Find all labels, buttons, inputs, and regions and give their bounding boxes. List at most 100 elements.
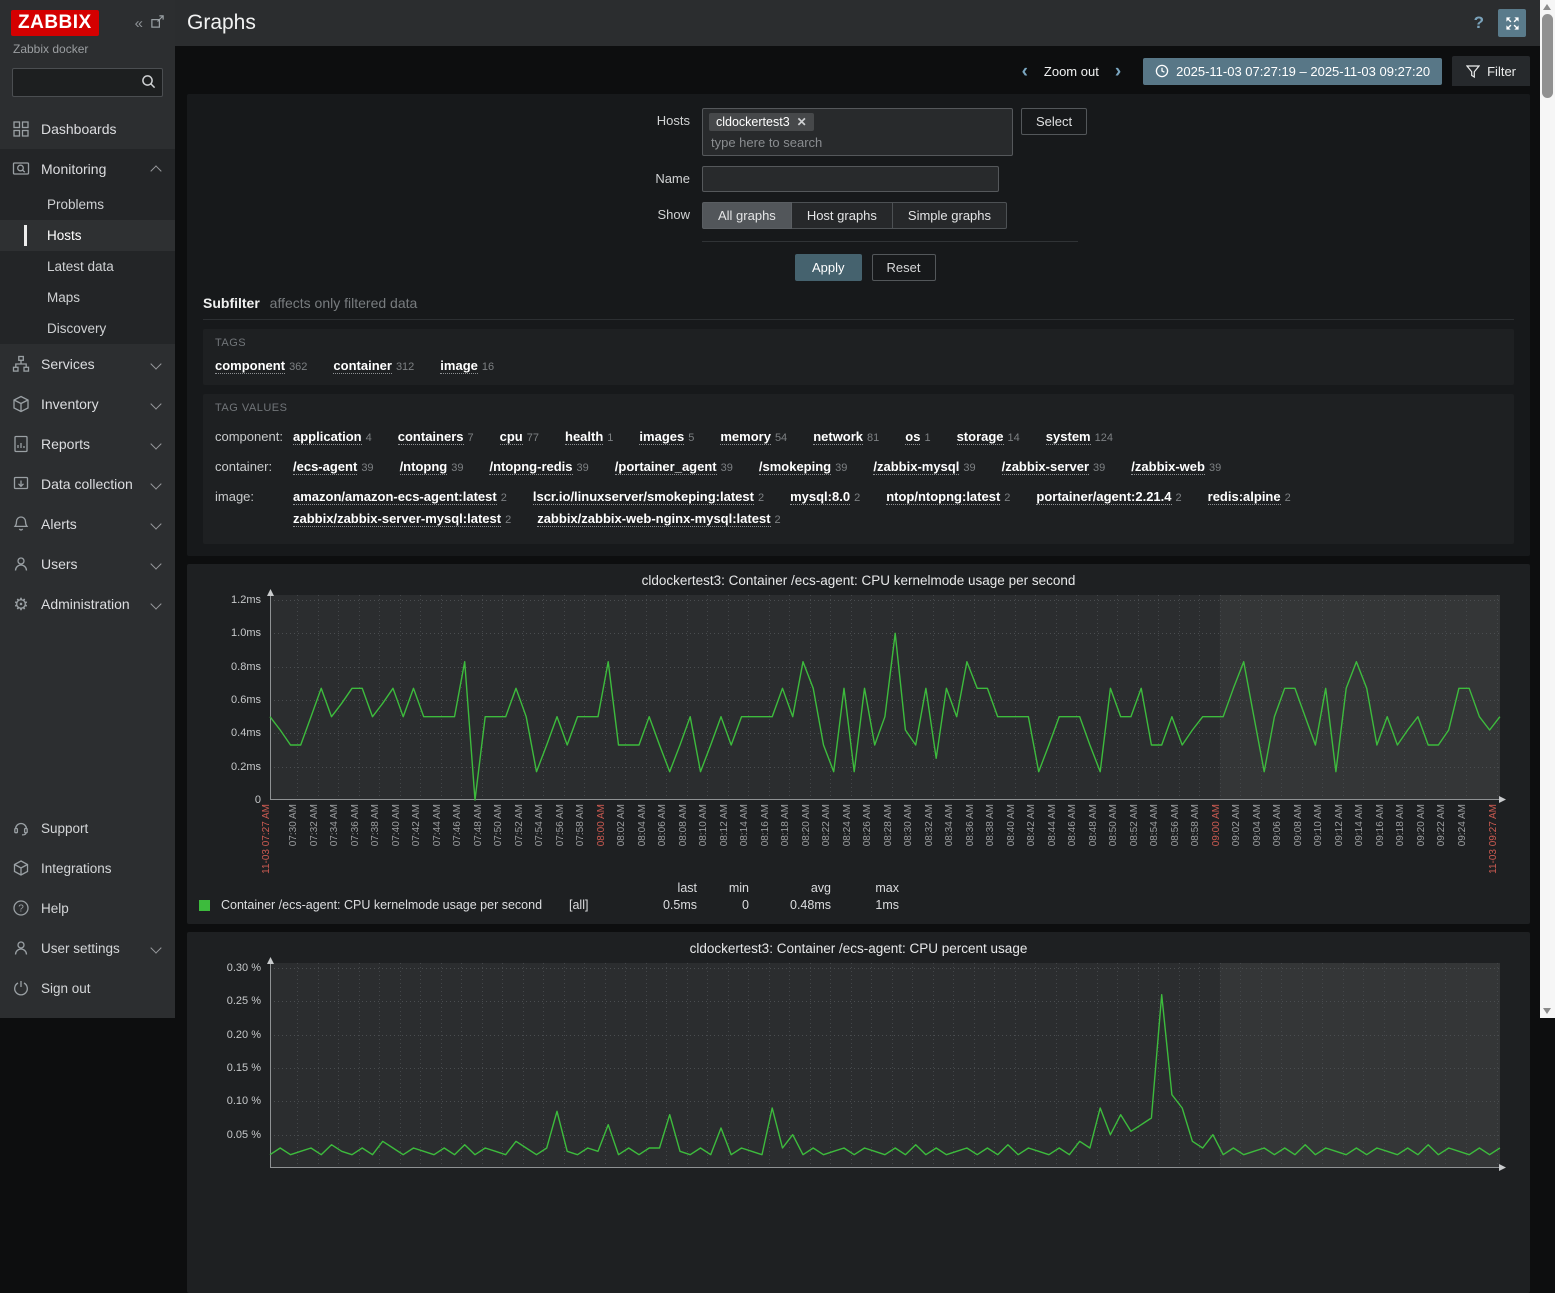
x-axis-label: 08:18 AM bbox=[780, 804, 791, 846]
x-axis-label: 07:58 AM bbox=[575, 804, 586, 846]
subfilter-tag-link[interactable]: mysql:8.0 bbox=[790, 489, 850, 505]
subfilter-item: /zabbix-mysql39 bbox=[873, 458, 975, 476]
subfilter-tag-link[interactable]: system bbox=[1046, 429, 1091, 445]
legend-header: last bbox=[619, 880, 697, 897]
subfilter-item: health1 bbox=[565, 428, 613, 446]
search-icon[interactable] bbox=[140, 73, 157, 95]
x-axis-label: 08:10 AM bbox=[698, 804, 709, 846]
sidebar-item-help[interactable]: ? Help bbox=[0, 888, 175, 928]
sidebar-item-label: Dashboards bbox=[41, 121, 117, 137]
subfilter-tag-link[interactable]: portainer/agent:2.21.4 bbox=[1036, 489, 1171, 505]
graph-canvas[interactable] bbox=[270, 963, 1500, 1168]
sidebar-item-reports[interactable]: Reports bbox=[0, 424, 175, 464]
hide-sidebar-icon[interactable] bbox=[150, 14, 165, 33]
sidebar-item-data-collection[interactable]: Data collection bbox=[0, 464, 175, 504]
hosts-multiselect[interactable]: cldockertest3 ✕ type here to search bbox=[702, 108, 1013, 156]
page-title: Graphs bbox=[187, 11, 256, 35]
show-all-graphs-button[interactable]: All graphs bbox=[702, 202, 792, 229]
subfilter-tag-link[interactable]: component bbox=[215, 358, 285, 374]
subfilter-tag-link[interactable]: redis:alpine bbox=[1208, 489, 1281, 505]
subfilter-tag-link[interactable]: /portainer_agent bbox=[615, 459, 717, 475]
subfilter-item: application4 bbox=[293, 428, 372, 446]
subfilter-tag-link[interactable]: lscr.io/linuxserver/smokeping:latest bbox=[533, 489, 754, 505]
x-axis-label: 08:56 AM bbox=[1170, 804, 1181, 846]
sidebar-item-inventory[interactable]: Inventory bbox=[0, 384, 175, 424]
tag-value-row: component:application4containers7cpu77he… bbox=[215, 422, 1502, 452]
subfilter-tag-link[interactable]: /zabbix-mysql bbox=[873, 459, 959, 475]
sidebar-item-hosts[interactable]: Hosts bbox=[0, 220, 175, 251]
sidebar-item-administration[interactable]: ⚙ Administration bbox=[0, 584, 175, 624]
sidebar-item-support[interactable]: Support bbox=[0, 808, 175, 848]
sidebar-item-integrations[interactable]: Integrations bbox=[0, 848, 175, 888]
subfilter-tag-link[interactable]: zabbix/zabbix-server-mysql:latest bbox=[293, 511, 501, 527]
zoom-out-button[interactable]: Zoom out bbox=[1044, 64, 1099, 79]
subfilter-tag-link[interactable]: /zabbix-server bbox=[1002, 459, 1089, 475]
legend-value: 0 bbox=[697, 897, 749, 914]
subfilter-item: component362 bbox=[215, 357, 307, 375]
remove-host-icon[interactable]: ✕ bbox=[797, 115, 807, 129]
show-host-graphs-button[interactable]: Host graphs bbox=[792, 202, 893, 229]
sidebar-search[interactable] bbox=[12, 68, 163, 97]
subfilter-tag-link[interactable]: amazon/amazon-ecs-agent:latest bbox=[293, 489, 497, 505]
tags-box: TAGS component362container312image16 bbox=[203, 329, 1514, 385]
help-button[interactable]: ? bbox=[1474, 13, 1484, 33]
sidebar-item-users[interactable]: Users bbox=[0, 544, 175, 584]
sidebar-item-monitoring[interactable]: Monitoring bbox=[0, 149, 175, 189]
show-simple-graphs-button[interactable]: Simple graphs bbox=[893, 202, 1007, 229]
subfilter-tag-link[interactable]: application bbox=[293, 429, 362, 445]
subfilter-tag-link[interactable]: /smokeping bbox=[759, 459, 831, 475]
search-input[interactable] bbox=[13, 69, 149, 94]
x-axis-label: 08:52 AM bbox=[1129, 804, 1140, 846]
sidebar-item-services[interactable]: Services bbox=[0, 344, 175, 384]
time-forward-button[interactable]: › bbox=[1107, 62, 1129, 81]
graph-title: cldockertest3: Container /ecs-agent: CPU… bbox=[187, 941, 1530, 956]
subfilter-tag-link[interactable]: os bbox=[905, 429, 920, 445]
sidebar-item-latest-data[interactable]: Latest data bbox=[0, 251, 175, 282]
subfilter-tag-link[interactable]: /ntopng-redis bbox=[489, 459, 572, 475]
scrollbar[interactable] bbox=[1540, 0, 1555, 1018]
subfilter-tag-link[interactable]: network bbox=[813, 429, 863, 445]
kiosk-mode-button[interactable] bbox=[1498, 9, 1526, 37]
subfilter-tag-link[interactable]: containers bbox=[398, 429, 464, 445]
subfilter-tag-link[interactable]: cpu bbox=[500, 429, 523, 445]
sidebar-item-sign-out[interactable]: Sign out bbox=[0, 968, 175, 1008]
name-label: Name bbox=[203, 166, 702, 186]
time-back-button[interactable]: ‹ bbox=[1014, 62, 1036, 81]
filter-tab[interactable]: Filter bbox=[1452, 56, 1530, 86]
graph-canvas[interactable] bbox=[270, 595, 1500, 800]
collapse-sidebar-icon[interactable]: « bbox=[135, 15, 143, 32]
name-input[interactable] bbox=[702, 166, 999, 192]
subfilter-tag-link[interactable]: zabbix/zabbix-web-nginx-mysql:latest bbox=[537, 511, 770, 527]
subfilter-tag-link[interactable]: image bbox=[440, 358, 478, 374]
select-host-button[interactable]: Select bbox=[1021, 108, 1087, 135]
subfilter-tag-link[interactable]: images bbox=[639, 429, 684, 445]
legend-swatch bbox=[199, 900, 210, 911]
sidebar-item-user-settings[interactable]: User settings bbox=[0, 928, 175, 968]
sidebar-item-maps[interactable]: Maps bbox=[0, 282, 175, 313]
subfilter-tag-link[interactable]: /ecs-agent bbox=[293, 459, 357, 475]
sidebar-item-alerts[interactable]: Alerts bbox=[0, 504, 175, 544]
subfilter-tag-link[interactable]: ntop/ntopng:latest bbox=[886, 489, 1000, 505]
apply-button[interactable]: Apply bbox=[795, 254, 862, 281]
subfilter-tag-link[interactable]: /zabbix-web bbox=[1131, 459, 1205, 475]
server-name: Zabbix docker bbox=[13, 42, 175, 56]
filter-panel: Hosts cldockertest3 ✕ type here to searc… bbox=[187, 94, 1530, 556]
reset-button[interactable]: Reset bbox=[872, 254, 936, 281]
scroll-up-icon[interactable] bbox=[1543, 4, 1551, 10]
zabbix-logo[interactable]: ZABBIX bbox=[11, 10, 99, 36]
x-axis-label: 08:36 AM bbox=[965, 804, 976, 846]
graph-legend: lastminavgmaxContainer /ecs-agent: CPU k… bbox=[199, 880, 1530, 914]
scrollbar-thumb[interactable] bbox=[1542, 14, 1553, 98]
subfilter-tag-link[interactable]: health bbox=[565, 429, 603, 445]
scroll-down-icon[interactable] bbox=[1543, 1008, 1551, 1014]
sidebar-item-discovery[interactable]: Discovery bbox=[0, 313, 175, 344]
subfilter-tag-link[interactable]: /ntopng bbox=[400, 459, 448, 475]
subfilter-tag-link[interactable]: container bbox=[333, 358, 392, 374]
x-axis-label: 08:32 AM bbox=[924, 804, 935, 846]
subfilter-tag-link[interactable]: storage bbox=[957, 429, 1004, 445]
sidebar-item-dashboards[interactable]: Dashboards bbox=[0, 109, 175, 149]
time-range-button[interactable]: 2025-11-03 07:27:19 – 2025-11-03 09:27:2… bbox=[1143, 58, 1442, 85]
subfilter-tag-link[interactable]: memory bbox=[720, 429, 771, 445]
subfilter-item: /ecs-agent39 bbox=[293, 458, 374, 476]
sidebar-item-problems[interactable]: Problems bbox=[0, 189, 175, 220]
